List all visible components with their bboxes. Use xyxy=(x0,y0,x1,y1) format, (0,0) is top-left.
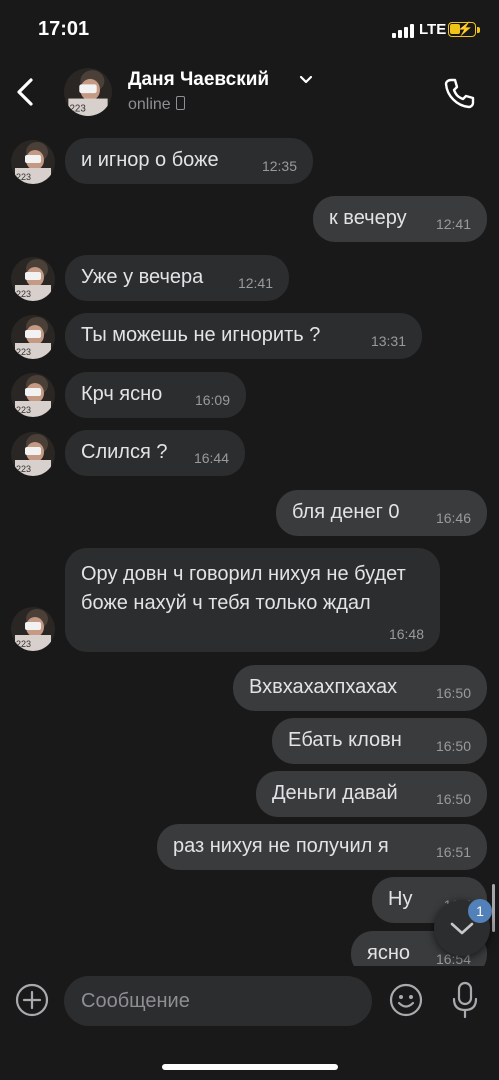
chat-header: Даня Чаевский online xyxy=(0,60,499,128)
message-time: 16:46 xyxy=(435,510,471,526)
chevron-down-icon[interactable] xyxy=(298,72,314,88)
message-time: 16:50 xyxy=(435,685,471,701)
message-time: 16:48 xyxy=(388,626,424,642)
message-text: и игнор о боже xyxy=(81,149,219,171)
message-bubble[interactable]: Слился ? 16:44 xyxy=(65,430,245,476)
sender-avatar[interactable] xyxy=(11,607,55,651)
message-bubble[interactable]: Ебать кловн 16:50 xyxy=(272,718,487,764)
online-status-label: online xyxy=(128,96,171,113)
message-time: 16:51 xyxy=(435,844,471,860)
sender-avatar[interactable] xyxy=(11,373,55,417)
message-bubble[interactable]: Ору довн ч говорил нихуя не будет боже н… xyxy=(65,548,440,652)
scrollbar[interactable] xyxy=(492,884,495,932)
microphone-button[interactable] xyxy=(448,980,482,1020)
message-bubble[interactable]: раз нихуя не получил я 16:51 xyxy=(157,824,487,870)
message-text: Крч ясно xyxy=(81,383,163,405)
message-time: 16:50 xyxy=(435,791,471,807)
network-type: LTE xyxy=(419,21,447,38)
message-text: Деньги давай xyxy=(272,782,398,804)
message-text: Ну xyxy=(388,888,413,910)
unread-count-badge: 1 xyxy=(468,899,492,923)
contact-avatar[interactable] xyxy=(64,68,112,116)
message-text: Слился ? xyxy=(81,441,168,463)
sender-avatar[interactable] xyxy=(11,432,55,476)
status-bar: 17:01 LTE ⚡ xyxy=(0,0,499,58)
message-text: раз нихуя не получил я xyxy=(173,835,389,857)
sender-avatar[interactable] xyxy=(11,315,55,359)
message-bubble[interactable]: Деньги давай 16:50 xyxy=(256,771,487,817)
message-time: 16:44 xyxy=(193,450,229,466)
home-indicator[interactable] xyxy=(162,1064,338,1070)
message-time: 12:35 xyxy=(261,158,297,174)
message-bubble[interactable]: Ты можешь не игнорить ? 13:31 xyxy=(65,313,422,359)
call-button[interactable] xyxy=(442,76,476,110)
message-time: 16:50 xyxy=(435,738,471,754)
chevron-left-icon xyxy=(17,78,33,106)
message-bubble[interactable]: Уже у вечера 12:41 xyxy=(65,255,289,301)
attach-button[interactable] xyxy=(14,982,50,1018)
battery-cap xyxy=(477,27,480,33)
message-bubble[interactable]: бля денег 0 16:46 xyxy=(276,490,487,536)
message-bubble[interactable]: и игнор о боже 12:35 xyxy=(65,138,313,184)
cellular-signal-icon xyxy=(392,24,414,38)
message-text: Вхвхахахпхахах xyxy=(249,676,398,698)
message-text: Ору довн ч говорил нихуя не будет боже н… xyxy=(81,563,406,614)
message-bubble[interactable]: Вхвхахахпхахах 16:50 xyxy=(233,665,487,711)
message-input[interactable]: Сообщение xyxy=(64,976,372,1026)
message-text: к вечеру xyxy=(329,207,407,229)
back-button[interactable] xyxy=(12,74,40,110)
message-text: Ебать кловн xyxy=(288,729,402,751)
message-time: 12:41 xyxy=(435,216,471,232)
message-text: ясно xyxy=(367,942,410,964)
message-text: Уже у вечера xyxy=(81,266,204,288)
message-composer: Сообщение xyxy=(0,966,499,1080)
contact-name[interactable]: Даня Чаевский xyxy=(128,69,269,91)
sender-avatar[interactable] xyxy=(11,140,55,184)
message-bubble[interactable]: Крч ясно 16:09 xyxy=(65,372,246,418)
mobile-device-icon xyxy=(175,96,185,110)
message-time: 12:41 xyxy=(237,275,273,291)
contact-status: online xyxy=(128,96,185,114)
message-time: 16:09 xyxy=(194,392,230,408)
message-text: Ты можешь не игнорить ? xyxy=(81,324,321,346)
message-text: бля денег 0 xyxy=(292,501,400,523)
sender-avatar[interactable] xyxy=(11,257,55,301)
message-list[interactable]: Сегодня и игнор о боже 12:35 к вечеру 12… xyxy=(0,130,499,966)
message-input-placeholder: Сообщение xyxy=(81,990,190,1012)
charging-icon: ⚡ xyxy=(457,21,474,36)
emoji-button[interactable] xyxy=(388,982,424,1018)
message-bubble[interactable]: к вечеру 12:41 xyxy=(313,196,487,242)
status-time: 17:01 xyxy=(38,18,90,40)
message-time: 13:31 xyxy=(370,333,406,349)
